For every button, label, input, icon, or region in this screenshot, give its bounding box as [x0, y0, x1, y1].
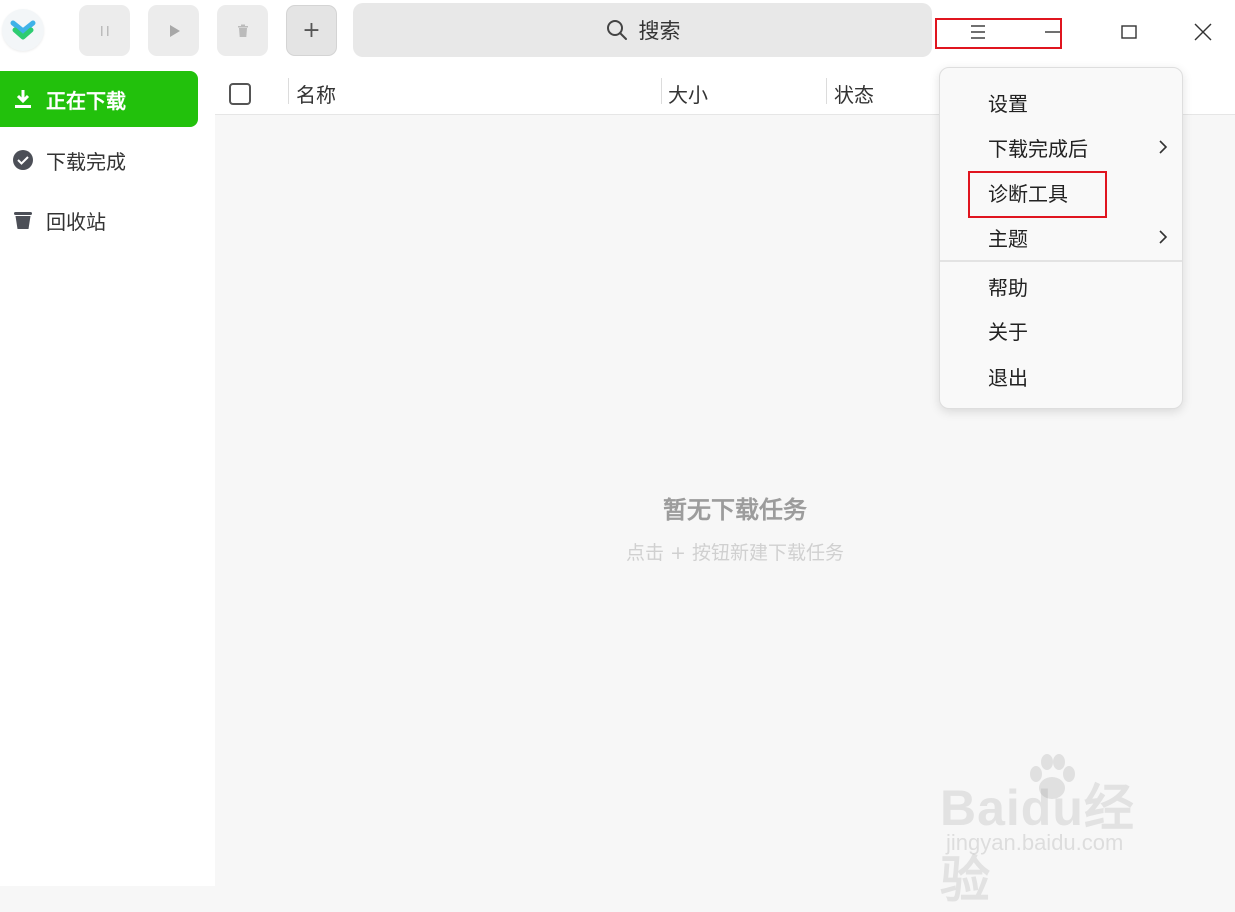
menu-item-theme[interactable]: 主题	[940, 215, 1182, 259]
chevron-right-icon	[1159, 140, 1168, 154]
download-icon	[15, 90, 31, 108]
menu-item-label: 下载完成后	[988, 136, 1088, 161]
search-icon	[606, 20, 627, 40]
search-label: 搜索	[638, 19, 681, 43]
trash-icon	[237, 24, 248, 37]
main-dropdown-menu: 设置 下载完成后 诊断工具 主题 帮助 关于 退出	[939, 67, 1183, 409]
sidebar-item-label: 正在下载	[46, 88, 126, 113]
start-button[interactable]	[148, 5, 199, 56]
annotation-box-diagnostic-tool	[968, 171, 1107, 218]
column-header-name[interactable]: 名称	[296, 79, 336, 108]
menu-item-after-download[interactable]: 下载完成后	[940, 125, 1182, 169]
sidebar-item-label: 回收站	[46, 209, 106, 234]
empty-state-title: 暂无下载任务	[663, 496, 807, 524]
select-all-checkbox[interactable]	[229, 83, 251, 105]
sidebar-item-recycle-bin[interactable]: 回收站	[0, 192, 198, 248]
watermark-url: jingyan.baidu.com	[946, 830, 1124, 855]
close-icon	[1194, 23, 1212, 41]
close-button[interactable]	[1183, 12, 1223, 52]
column-divider	[288, 78, 289, 104]
annotation-box-menu-button	[935, 18, 1062, 49]
menu-item-label: 关于	[988, 319, 1028, 344]
column-divider	[826, 78, 827, 104]
menu-item-label: 设置	[988, 91, 1028, 116]
check-circle-icon	[13, 150, 33, 170]
trash-icon	[14, 212, 32, 229]
sidebar-item-label: 下载完成	[46, 149, 126, 174]
pause-icon	[100, 25, 108, 36]
sidebar: 正在下载 下载完成 回收站	[0, 66, 215, 886]
baidu-watermark: Baidu经验 jingyan.baidu.com	[940, 752, 1180, 908]
sidebar-item-completed[interactable]: 下载完成	[0, 132, 198, 188]
menu-item-quit[interactable]: 退出	[940, 354, 1182, 398]
add-task-button[interactable]: +	[286, 5, 337, 56]
menu-item-label: 帮助	[988, 275, 1028, 300]
column-header-size[interactable]: 大小	[668, 79, 708, 108]
column-header-status[interactable]: 状态	[834, 79, 874, 108]
empty-state-subtitle: 点击 + 按钮新建下载任务	[626, 542, 844, 564]
chevron-right-icon	[1159, 230, 1168, 244]
menu-item-help[interactable]: 帮助	[940, 264, 1182, 308]
search-input[interactable]: 搜索	[353, 3, 932, 57]
menu-item-label: 退出	[988, 365, 1028, 390]
menu-item-about[interactable]: 关于	[940, 308, 1182, 352]
maximize-icon	[1121, 25, 1137, 39]
pause-button[interactable]	[79, 5, 130, 56]
delete-button[interactable]	[217, 5, 268, 56]
plus-icon: +	[302, 18, 321, 43]
maximize-button[interactable]	[1109, 12, 1149, 52]
menu-item-label: 主题	[988, 226, 1028, 251]
play-icon	[169, 24, 180, 37]
app-logo-icon	[2, 9, 44, 51]
sidebar-item-downloading[interactable]: 正在下载	[0, 71, 198, 127]
menu-item-settings[interactable]: 设置	[940, 80, 1182, 124]
column-divider	[661, 78, 662, 104]
menu-divider	[940, 260, 1182, 262]
